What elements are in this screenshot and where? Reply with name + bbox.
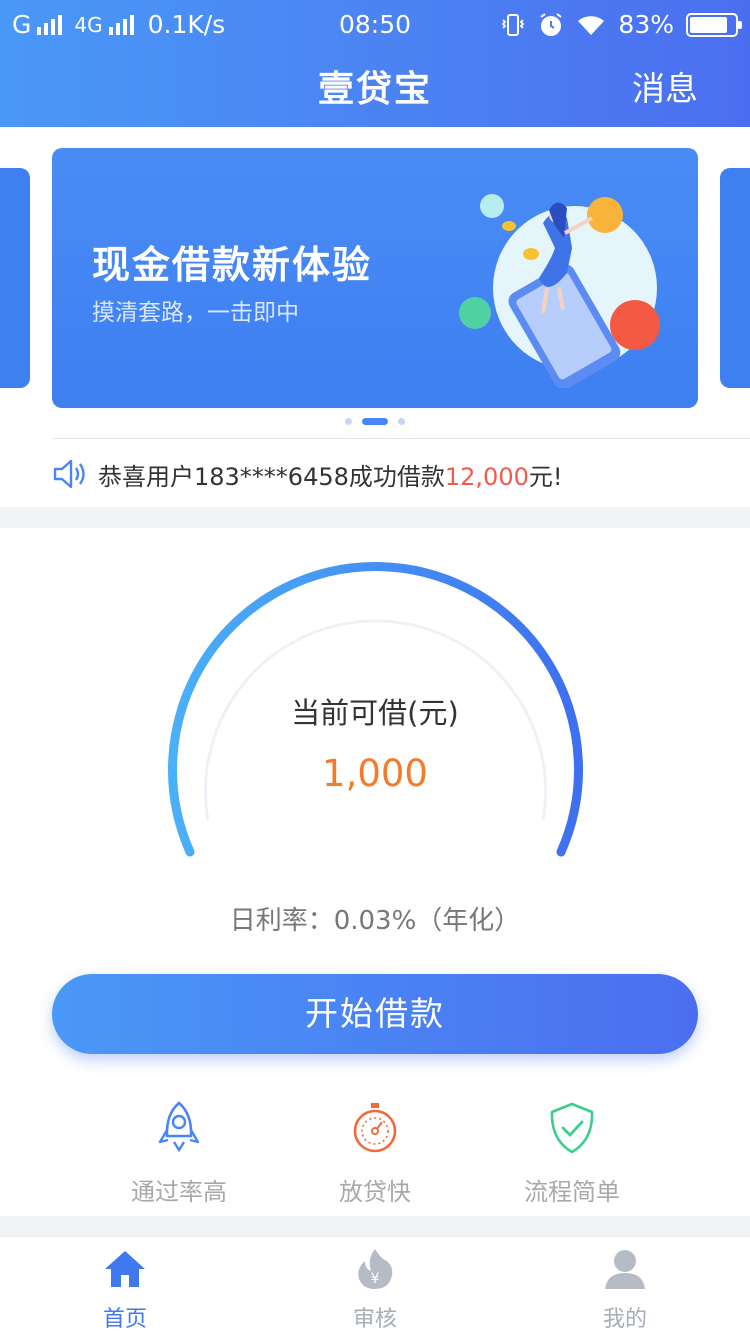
notice-prefix: 恭喜用户183****6458成功借款	[98, 462, 445, 491]
header: G 4G 0.1K/s 08:50 83% 壹贷宝 消息	[0, 0, 750, 127]
start-borrow-button[interactable]: 开始借款	[52, 974, 698, 1054]
banner-pagination	[0, 418, 750, 425]
banner-illustration	[459, 194, 660, 388]
pagination-dot-active[interactable]	[362, 418, 388, 425]
notice-amount: 12,000	[444, 462, 529, 491]
banner-title: 现金借款新体验	[92, 243, 373, 287]
tab-review[interactable]: ¥ 审核	[300, 1247, 450, 1333]
banner-subtitle: 摸清套路，一击即中	[92, 300, 299, 326]
feature-label: 放贷快	[339, 1178, 411, 1206]
home-icon	[105, 1251, 145, 1287]
notice-text: 恭喜用户183****6458成功借款12,000元!	[98, 457, 563, 492]
vibrate-icon	[502, 13, 525, 36]
messages-button[interactable]: 消息	[632, 62, 698, 110]
pagination-dot[interactable]	[345, 418, 352, 425]
svg-text:¥: ¥	[371, 1271, 380, 1287]
battery-icon	[686, 12, 742, 37]
tab-label: 首页	[102, 1307, 147, 1332]
wifi-icon	[578, 15, 605, 35]
stopwatch-icon	[353, 1103, 397, 1153]
status-bar: G 4G 0.1K/s 08:50 83%	[0, 0, 750, 52]
tab-home[interactable]: 首页	[50, 1247, 200, 1333]
promo-banner[interactable]: 现金借款新体验 摸清套路，一击即中	[52, 148, 698, 408]
feature-item: 放贷快	[275, 1100, 475, 1207]
banner-prev-peek[interactable]	[0, 168, 30, 388]
shield-check-icon	[550, 1102, 594, 1154]
feature-item: 流程简单	[472, 1100, 672, 1207]
rocket-icon	[158, 1101, 200, 1153]
daily-rate: 日利率：0.03%（年化）	[229, 906, 521, 936]
tab-profile[interactable]: 我的	[550, 1247, 700, 1333]
feature-label: 通过率高	[131, 1178, 227, 1206]
available-amount-value: 1,000	[322, 752, 428, 795]
tab-label: 我的	[602, 1307, 647, 1332]
flame-yen-icon: ¥	[358, 1249, 393, 1289]
loan-notice: 恭喜用户183****6458成功借款12,000元!	[52, 455, 563, 493]
battery-percent: 83%	[618, 10, 674, 39]
speaker-icon	[53, 459, 85, 489]
available-amount-label: 当前可借(元)	[291, 696, 459, 730]
feature-item: 通过率高	[79, 1100, 279, 1207]
pagination-dot[interactable]	[398, 418, 405, 425]
notice-suffix: 元!	[528, 462, 563, 491]
divider	[52, 438, 750, 439]
banner-next-peek[interactable]	[720, 168, 750, 388]
feature-label: 流程简单	[524, 1178, 620, 1206]
user-icon	[605, 1250, 645, 1289]
tab-bar: 首页 ¥ 审核 我的	[0, 1236, 750, 1334]
alarm-icon	[540, 12, 563, 36]
status-right: 83%	[500, 10, 742, 39]
feature-list: 通过率高 放贷快 流程简单	[0, 1100, 750, 1210]
tab-label: 审核	[352, 1307, 397, 1332]
